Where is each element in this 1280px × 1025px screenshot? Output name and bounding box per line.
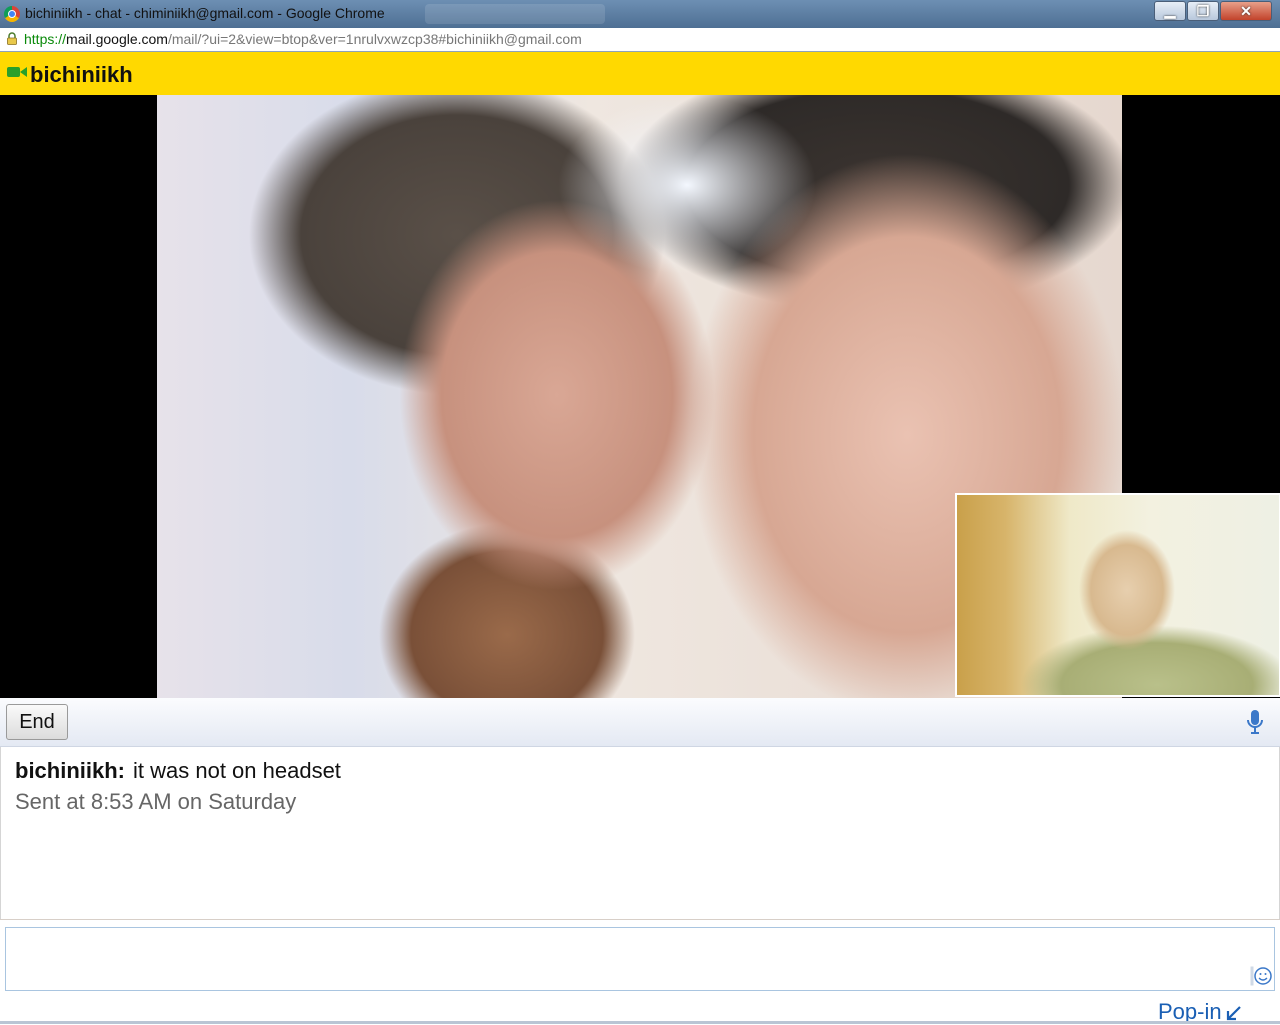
chat-input[interactable]: [6, 928, 1274, 990]
chat-input-box: [5, 927, 1275, 991]
message-sender: bichiniikh:: [15, 758, 125, 783]
url-scheme: https://: [24, 31, 67, 47]
chat-message: bichiniikh: it was not on headset: [15, 758, 341, 784]
address-bar[interactable]: https://mail.google.com/mail/?ui=2&view=…: [0, 28, 1280, 52]
maximize-button[interactable]: ❐: [1187, 1, 1219, 21]
window-controls: ▁ ❐ ✕: [1154, 1, 1272, 21]
window-title: bichiniikh - chat - chiminiikh@gmail.com…: [25, 5, 385, 21]
chat-header: bichiniikh: [0, 52, 1280, 96]
divider: [0, 919, 1280, 920]
chat-message-log: bichiniikh: it was not on headset Sent at…: [0, 747, 1280, 919]
call-controls-bar: End: [0, 698, 1280, 747]
popin-arrow-icon[interactable]: [1226, 1005, 1242, 1021]
background-window-title: [425, 4, 605, 24]
url-host: mail.google.com: [66, 31, 168, 47]
end-call-button[interactable]: End: [6, 704, 68, 740]
close-icon: ✕: [1240, 3, 1252, 19]
remote-video-background-window: [557, 95, 817, 275]
url-path: /mail/?ui=2&view=btop&ver=1nrulvxwzcp38#…: [167, 31, 582, 47]
self-video-preview[interactable]: [955, 493, 1280, 697]
close-button[interactable]: ✕: [1220, 1, 1272, 21]
contact-name: bichiniikh: [30, 62, 133, 87]
video-area: [0, 95, 1280, 698]
chrome-icon: [4, 6, 20, 22]
minimize-icon: ▁: [1164, 2, 1176, 18]
url-text[interactable]: https://mail.google.com/mail/?ui=2&view=…: [24, 31, 582, 47]
maximize-icon: ❐: [1196, 3, 1210, 19]
emoticon-icon[interactable]: [1250, 966, 1272, 986]
window-titlebar: bichiniikh - chat - chiminiikh@gmail.com…: [0, 0, 1280, 28]
microphone-icon[interactable]: [1246, 709, 1264, 735]
lock-icon: [7, 32, 17, 45]
message-timestamp: Sent at 8:53 AM on Saturday: [15, 789, 297, 814]
video-camera-icon: [7, 67, 27, 77]
minimize-button[interactable]: ▁: [1154, 1, 1186, 21]
message-text: it was not on headset: [133, 758, 341, 783]
